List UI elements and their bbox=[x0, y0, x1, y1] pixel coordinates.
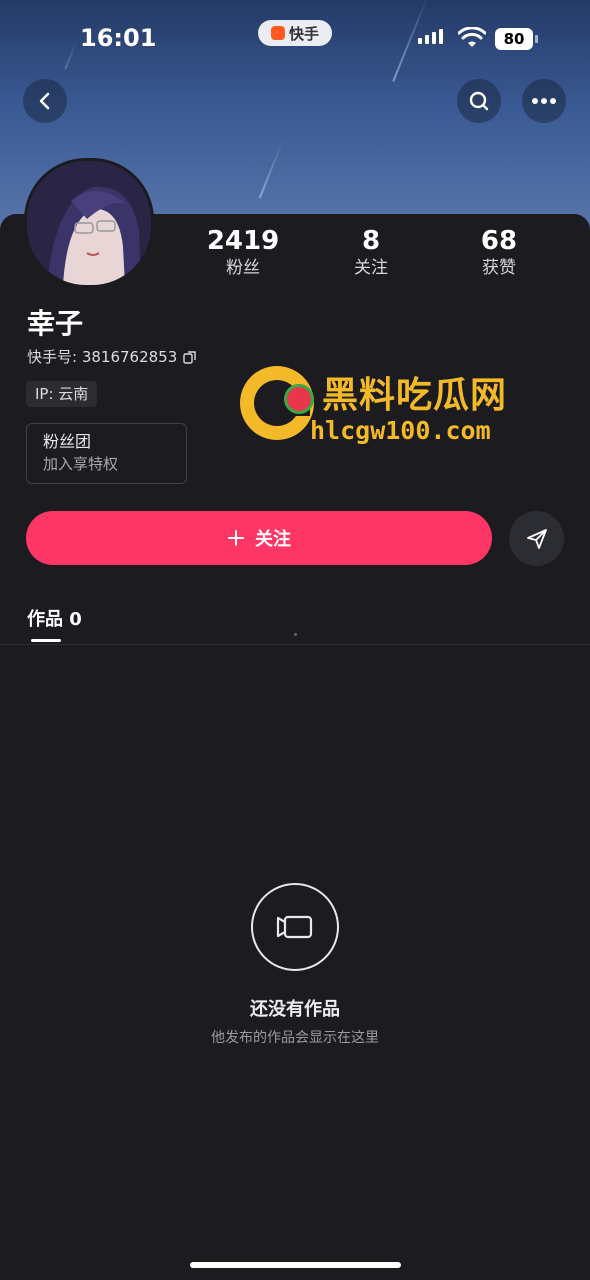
battery-nub bbox=[535, 35, 538, 43]
watermark-text: 黑料吃瓜网 bbox=[322, 375, 508, 416]
copy-icon[interactable] bbox=[183, 350, 197, 364]
stat-value: 68 bbox=[480, 226, 518, 256]
more-button[interactable] bbox=[522, 79, 566, 123]
watermark: 黑料吃瓜网 hlcgw100.com bbox=[240, 364, 540, 448]
stat-label: 获赞 bbox=[482, 258, 516, 278]
follow-label: 关注 bbox=[255, 529, 291, 550]
kuaishou-id: 快手号: 3816762853 bbox=[27, 348, 178, 366]
app-name: 快手 bbox=[288, 24, 319, 43]
home-indicator[interactable] bbox=[190, 1262, 401, 1268]
meteor-streak bbox=[258, 141, 284, 199]
stat-fans[interactable]: 2419 粉丝 bbox=[188, 226, 298, 280]
search-icon bbox=[469, 91, 489, 111]
stat-value: 8 bbox=[361, 226, 381, 256]
status-time: 16:01 bbox=[80, 24, 157, 52]
stat-likes[interactable]: 68 获赞 bbox=[444, 226, 554, 280]
back-button[interactable] bbox=[23, 79, 67, 123]
cellular-signal-icon bbox=[418, 29, 443, 44]
stat-label: 粉丝 bbox=[226, 258, 260, 278]
tab-works[interactable]: 作品 0 bbox=[27, 605, 82, 631]
app-indicator-pill[interactable]: 快手 bbox=[258, 20, 332, 46]
more-icon bbox=[532, 98, 556, 104]
kuaishou-id-row[interactable]: 快手号: 3816762853 bbox=[27, 346, 197, 367]
tab-divider bbox=[0, 644, 590, 645]
follow-button[interactable]: 关注 bbox=[26, 511, 492, 565]
plus-icon bbox=[228, 530, 244, 546]
battery-icon: 80 bbox=[495, 28, 533, 50]
back-icon bbox=[39, 92, 50, 110]
empty-state-title: 还没有作品 bbox=[250, 999, 340, 1020]
wifi-icon bbox=[458, 27, 486, 47]
status-bar: 16:01 快手 80 bbox=[0, 0, 590, 70]
stat-value: 2419 bbox=[206, 226, 280, 256]
search-button[interactable] bbox=[457, 79, 501, 123]
fan-club-button[interactable]: 粉丝团 加入享特权 bbox=[26, 423, 187, 484]
avatar-illustration bbox=[27, 161, 151, 285]
tab-active-indicator bbox=[31, 639, 61, 642]
watermelon-icon bbox=[284, 384, 314, 414]
avatar[interactable] bbox=[24, 158, 154, 288]
stat-label: 关注 bbox=[354, 258, 388, 278]
fan-club-title: 粉丝团 bbox=[43, 432, 92, 451]
fan-club-subtitle: 加入享特权 bbox=[43, 455, 119, 473]
stat-following[interactable]: 8 关注 bbox=[316, 226, 426, 280]
ip-location-badge: IP: 云南 bbox=[26, 381, 98, 407]
kuaishou-logo-icon bbox=[270, 26, 285, 40]
share-button[interactable] bbox=[509, 511, 564, 566]
video-camera-icon bbox=[276, 915, 313, 939]
tab-divider-dot bbox=[294, 633, 297, 636]
empty-state-subtitle: 他发布的作品会显示在这里 bbox=[211, 1030, 379, 1046]
share-send-icon bbox=[526, 528, 547, 549]
watermark-url: hlcgw100.com bbox=[310, 416, 491, 445]
profile-name: 幸子 bbox=[27, 307, 84, 340]
empty-state-icon bbox=[251, 883, 339, 971]
